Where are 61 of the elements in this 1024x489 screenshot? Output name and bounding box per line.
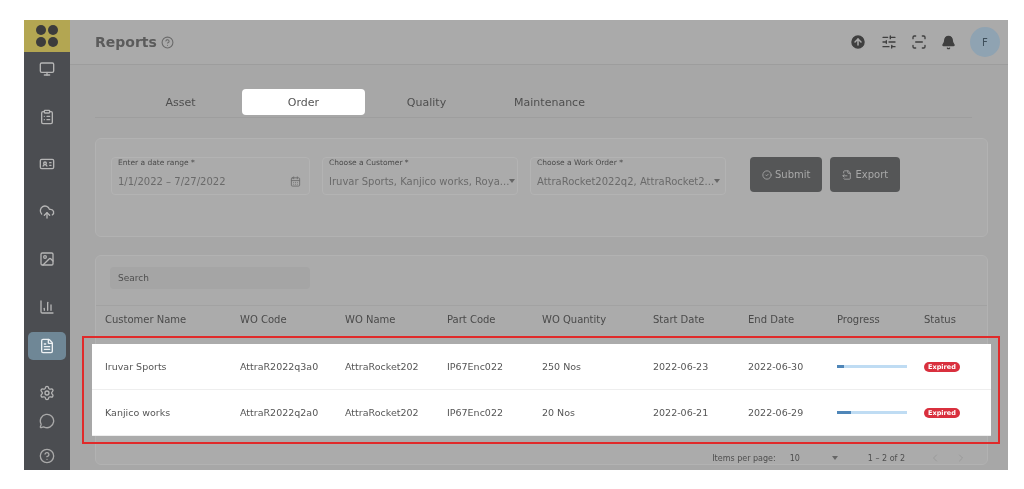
search-field[interactable]: Search [110,267,310,289]
table-cell-text: AttraR2022q3a0 [240,361,320,372]
column-header: End Date [748,313,796,325]
items-per-page-label: Items per page: [712,453,776,463]
report-tab[interactable]: Asset [119,89,242,115]
page-range: 1 – 2 of 2 [867,453,905,463]
table-cell-text: IP67Enc022 [447,407,504,418]
table-cell-text: AttraRocket202 [345,407,420,418]
document-icon [39,338,55,354]
page-size-select[interactable]: 10 [789,453,800,463]
file-export-icon [842,169,853,180]
cloud-upload-icon [39,203,55,220]
notification-icon[interactable] [941,34,956,50]
logo-tile[interactable] [24,20,70,52]
field-value: 1/1/2022 – 7/27/2022 [118,175,226,187]
check-circle-icon [762,169,772,180]
field-value: AttraRocket2022q2, AttraRocket2... [537,175,715,187]
upload-icon[interactable] [849,33,867,51]
calendar-icon[interactable] [290,175,301,187]
nav-item[interactable] [28,332,66,360]
logo-icon [35,23,59,48]
table-cell-text: IP67Enc022 [447,361,504,372]
user-avatar[interactable]: F [970,27,1000,57]
submit-button[interactable]: Submit [750,157,823,192]
clipboard-icon [39,108,55,125]
sliders-icon[interactable] [881,34,897,50]
report-tab[interactable]: Maintenance [488,89,611,115]
table-cell-text: AttraR2022q2a0 [240,407,320,418]
column-header: WO Quantity [542,313,608,325]
bar-chart-icon [39,298,55,315]
field-value: Iruvar Sports, Kanjico works, Roya... [329,175,510,187]
column-header: WO Code [240,313,288,325]
column-header: Part Code [447,313,497,325]
report-tab[interactable]: Order [242,89,365,115]
table-cell-text: 2022-06-21 [653,407,710,418]
report-tab[interactable]: Quality [365,89,488,115]
table-cell-text: 20 Nos [542,407,576,418]
caret-icon[interactable] [831,456,838,460]
table-cell-text: Kanjico works [105,407,172,418]
table-cell-text: AttraRocket202 [345,361,420,372]
image-icon [39,251,55,268]
caret-icon [509,179,516,183]
scan-icon[interactable] [911,34,927,50]
column-header: Start Date [653,313,706,325]
column-header: WO Name [345,313,397,325]
monitor-icon [39,61,55,78]
table-cell-text: 2022-06-23 [653,361,710,372]
column-header: Customer Name [105,313,188,325]
help-icon[interactable] [160,35,174,49]
help-icon [39,448,55,465]
chat-icon [39,412,55,429]
settings-icon [39,385,55,402]
column-header: Status [924,313,957,325]
table-cell-text: 2022-06-29 [748,407,805,418]
column-header: Progress [837,313,881,325]
caret-icon [714,179,721,183]
table-cell-text: 250 Nos [542,361,583,372]
page-title: Reports [95,34,157,50]
table-cell-text: Iruvar Sports [105,361,168,372]
export-button[interactable]: Export [830,157,901,192]
table-cell-text: 2022-06-30 [748,361,805,372]
